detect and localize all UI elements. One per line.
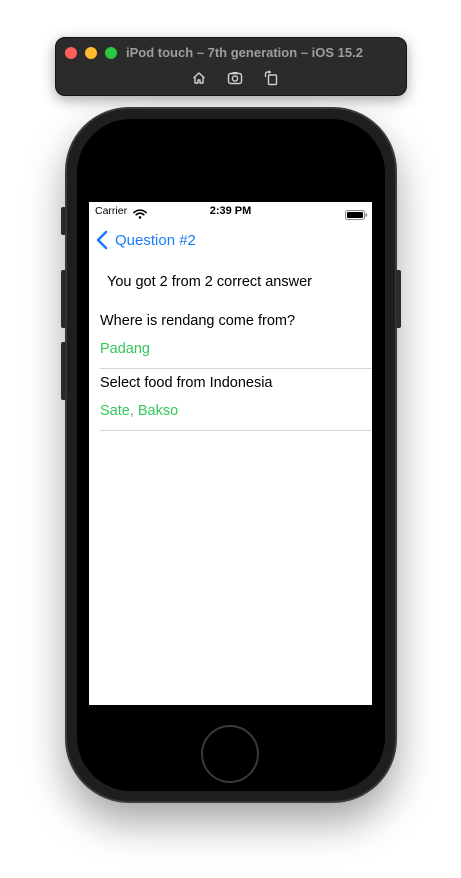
row-separator <box>100 430 372 431</box>
answer-row: Select food from Indonesia Sate, Bakso <box>89 369 372 431</box>
volume-down-button <box>61 342 66 400</box>
window-title: iPod touch – 7th generation – iOS 15.2 <box>126 45 363 60</box>
home-button[interactable] <box>201 725 259 783</box>
zoom-window-button[interactable] <box>105 47 117 59</box>
back-button-label: Question #2 <box>115 231 196 249</box>
minimize-window-button[interactable] <box>85 47 97 59</box>
correct-answer-text: Padang <box>100 341 150 357</box>
simulator-title-bar: iPod touch – 7th generation – iOS 15.2 <box>55 37 407 96</box>
chevron-left-icon <box>96 230 108 250</box>
answer-row: Where is rendang come from? Padang <box>89 307 372 369</box>
screenshot-icon[interactable] <box>227 70 243 86</box>
power-button <box>396 270 401 328</box>
score-label: You got 2 from 2 correct answer <box>107 274 312 290</box>
question-text: Where is rendang come from? <box>100 313 296 329</box>
simulator-stage: iPod touch – 7th generation – iOS 15.2 C… <box>0 0 461 878</box>
volume-up-button <box>61 270 66 328</box>
rotate-icon[interactable] <box>263 70 279 86</box>
status-bar: Carrier 2:39 PM <box>89 202 372 220</box>
close-window-button[interactable] <box>65 47 77 59</box>
question-text: Select food from Indonesia <box>100 375 273 391</box>
navigation-bar: Question #2 <box>89 220 372 260</box>
correct-answer-text: Sate, Bakso <box>100 403 179 419</box>
home-icon[interactable] <box>191 70 207 86</box>
mute-switch <box>61 207 66 235</box>
back-button[interactable]: Question #2 <box>95 228 196 252</box>
app-screen: Carrier 2:39 PM Question #2 You got 2 fr… <box>89 202 372 705</box>
status-time: 2:39 PM <box>209 205 252 217</box>
